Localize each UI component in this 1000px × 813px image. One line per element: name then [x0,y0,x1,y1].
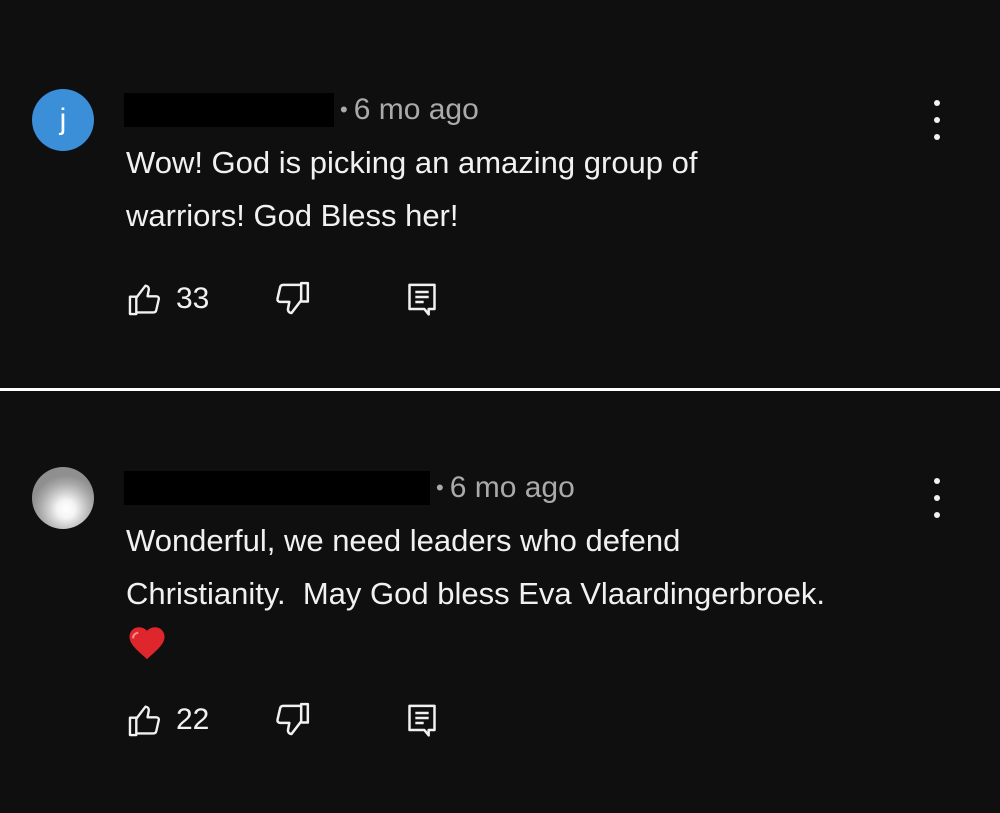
thumbs-down-icon [276,702,310,736]
reply-icon [408,283,436,316]
avatar-letter: j [59,103,67,136]
comment-text-line: Wow! God is picking an amazing group of [126,145,698,180]
heart-emoji-icon [129,627,165,660]
comment-meta: • 6 mo ago [124,90,479,130]
redacted-username [124,93,334,127]
thumbs-up-icon [128,284,161,316]
reply-button[interactable] [402,700,442,740]
comment-meta: • 6 mo ago [124,468,575,508]
dislike-button[interactable] [272,279,312,319]
comment-panel-2: • 6 mo ago Wonderful, we need leaders who… [0,391,1000,813]
comments-screenshot: j • 6 mo ago Wow! God is picking an amazi… [0,0,1000,813]
comment-age-text: 6 mo ago [353,93,479,126]
reply-button[interactable] [402,279,442,319]
comment-age: • 6 mo ago [340,93,479,127]
thumbs-down-icon [276,281,310,315]
user-avatar[interactable] [32,467,94,529]
separator-dot: • [340,97,348,122]
more-vertical-icon[interactable] [926,100,948,140]
redacted-username [124,471,430,505]
like-count: 22 [176,703,210,736]
separator-dot: • [436,475,444,500]
comment-text-line: Wonderful, we need leaders who defend [126,523,681,558]
user-avatar[interactable]: j [32,89,94,151]
comment-text: Wonderful, we need leaders who defend Chr… [126,514,825,620]
like-button[interactable]: 22 [126,700,209,740]
comment-text-line: warriors! God Bless her! [126,198,459,233]
thumbs-up-icon [128,705,161,737]
reply-icon [408,704,436,737]
comment-text-line: Christianity. May God bless Eva Vlaardin… [126,576,825,611]
comment-text: Wow! God is picking an amazing group of w… [126,136,698,242]
comment-panel-1: j • 6 mo ago Wow! God is picking an amazi… [0,0,1000,388]
more-vertical-icon[interactable] [926,478,948,518]
like-button[interactable]: 33 [126,279,209,319]
comment-age: • 6 mo ago [436,471,575,505]
dislike-button[interactable] [272,700,312,740]
like-count: 33 [176,282,210,315]
comment-age-text: 6 mo ago [449,471,575,504]
